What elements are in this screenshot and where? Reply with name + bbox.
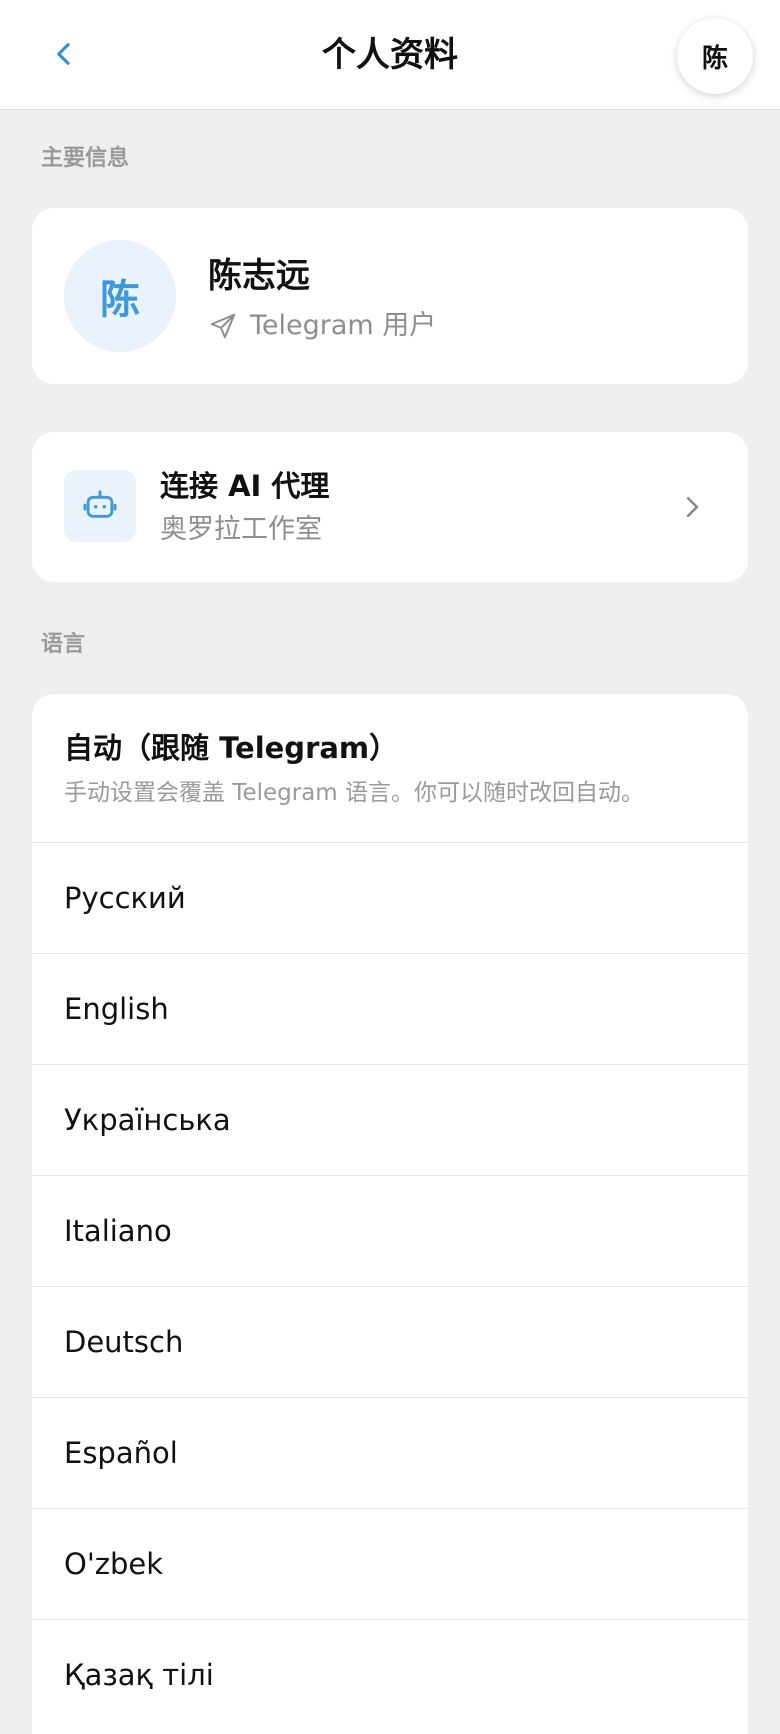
profile-subtitle: Telegram 用户: [208, 306, 436, 346]
profile-subtitle-text: Telegram 用户: [250, 310, 437, 341]
language-option[interactable]: Русский: [32, 843, 748, 954]
language-option-label: O'zbek: [64, 1547, 164, 1581]
language-option[interactable]: Español: [32, 1398, 748, 1509]
profile-name: 陈志远: [208, 256, 310, 296]
language-option[interactable]: Italiano: [32, 1176, 748, 1287]
language-option-label: Русский: [64, 881, 186, 915]
profile-card: 陈 陈志远 Telegram 用户: [32, 208, 748, 384]
language-option-label: Українська: [64, 1103, 231, 1137]
language-option-auto[interactable]: 自动（跟随 Telegram） 手动设置会覆盖 Telegram 语言。你可以随…: [32, 694, 748, 843]
agent-title: 连接 AI 代理: [160, 469, 330, 503]
language-option[interactable]: Deutsch: [32, 1287, 748, 1398]
language-option-label: English: [64, 992, 169, 1026]
language-list: 自动（跟随 Telegram） 手动设置会覆盖 Telegram 语言。你可以随…: [32, 694, 748, 1734]
language-option-label: Deutsch: [64, 1325, 184, 1359]
robot-icon: [64, 470, 136, 542]
language-option-label: Қазақ тілі: [64, 1658, 214, 1692]
language-option[interactable]: O'zbek: [32, 1509, 748, 1620]
connect-ai-agent-row[interactable]: 连接 AI 代理 奥罗拉工作室: [32, 432, 748, 582]
header-avatar-button[interactable]: 陈: [677, 18, 753, 94]
chevron-right-icon: [672, 487, 712, 527]
top-bar: 个人资料 陈: [0, 0, 780, 110]
send-icon: [208, 311, 238, 341]
section-label-language: 语言: [41, 632, 86, 657]
page-title: 个人资料: [322, 35, 458, 75]
language-option[interactable]: Қазақ тілі: [32, 1620, 748, 1731]
section-label-main-info: 主要信息: [41, 146, 130, 171]
avatar: 陈: [64, 240, 176, 352]
language-auto-hint: 手动设置会覆盖 Telegram 语言。你可以随时改回自动。: [64, 780, 645, 806]
language-auto-label: 自动（跟随 Telegram）: [64, 731, 399, 765]
language-option-label: Italiano: [64, 1214, 172, 1248]
language-option[interactable]: Українська: [32, 1065, 748, 1176]
language-option-label: Español: [64, 1436, 178, 1470]
language-option[interactable]: English: [32, 954, 748, 1065]
agent-subtitle: 奥罗拉工作室: [160, 514, 322, 545]
